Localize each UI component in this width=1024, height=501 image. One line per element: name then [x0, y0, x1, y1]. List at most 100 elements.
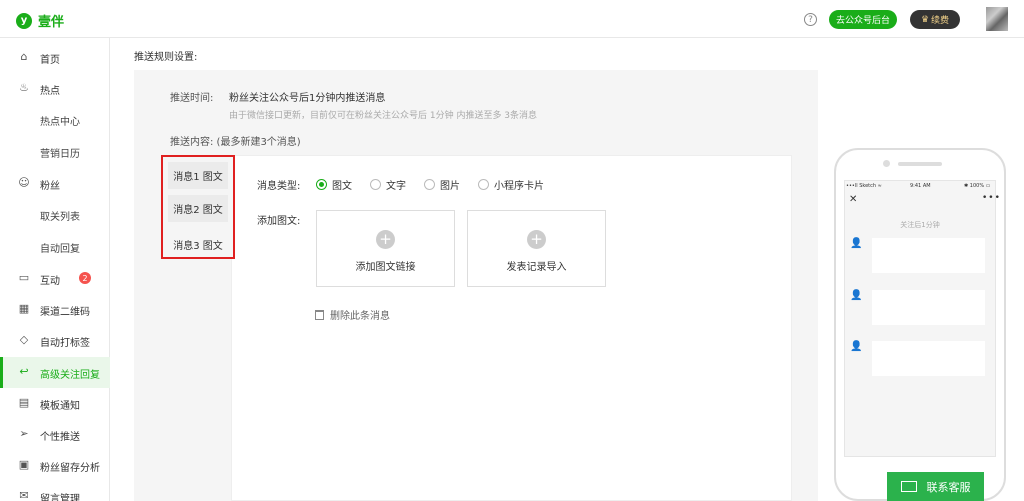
renew-label: 续费 [931, 16, 950, 26]
avatar[interactable] [986, 7, 1008, 31]
sidebar-item-label: 粉丝 [40, 181, 60, 192]
sidebar-item-2[interactable]: 热点中心 [0, 104, 110, 135]
phone-camera [883, 160, 890, 167]
crown-icon: ♛ [920, 14, 930, 25]
sidebar-item-label: 热点 [40, 86, 60, 97]
phone-speaker [898, 162, 942, 166]
message-tabs: 消息1 图文 消息2 图文 消息3 图文 [161, 155, 235, 259]
sidebar-item-10[interactable]: ↩ 高级关注回复 [0, 357, 110, 388]
sidebar-item-1[interactable]: ♨ 热点 [0, 73, 110, 104]
sidebar-item-label: 首页 [40, 55, 60, 66]
status-carrier: •••ll Sketch ≈ [846, 183, 882, 189]
chat-icon: ▭ [18, 271, 30, 284]
tag-icon: ◇ [19, 333, 29, 346]
sidebar-item-8[interactable]: ▦ 渠道二维码 [0, 294, 110, 325]
status-time: 9:41 AM [910, 183, 931, 189]
contact-service-button[interactable]: 联系客服 [887, 472, 984, 501]
radio-type-miniprogram[interactable]: 小程序卡片 [478, 177, 544, 192]
message-tab-1[interactable]: 消息1 图文 [168, 162, 228, 189]
trash-icon [315, 309, 324, 320]
add-content-label: 添加图文: [257, 216, 301, 227]
chart-icon: ▣ [18, 458, 30, 471]
sidebar-item-label: 渠道二维码 [40, 307, 90, 318]
message-tab-3[interactable]: 消息3 图文 [168, 231, 228, 258]
sidebar-item-3[interactable]: 营销日历 [0, 136, 110, 167]
radio-label: 小程序卡片 [494, 181, 544, 192]
logo-icon: y [16, 12, 32, 29]
message-editor-card [231, 155, 792, 501]
send-icon: ➢ [19, 427, 29, 440]
delete-message-button[interactable]: 删除此条消息 [315, 307, 390, 322]
status-battery: ✱ 100% ▭ [964, 183, 991, 189]
phone-caption: 关注后1分钟 [900, 221, 940, 229]
sidebar-item-label: 互动 [40, 276, 60, 287]
brand-name: 壹伴 [38, 15, 65, 30]
sidebar-item-label: 个性推送 [40, 432, 80, 443]
sidebar-item-14[interactable]: ✉ 留言管理 [0, 481, 110, 501]
more-icon: ••• [982, 193, 1001, 203]
avatar-icon: 👤 [850, 341, 863, 352]
add-article-link-label: 添加图文链接 [355, 262, 416, 273]
delete-message-label: 删除此条消息 [330, 311, 390, 322]
push-time-value: 粉丝关注公众号后1分钟内推送消息 [229, 93, 386, 104]
chat-bubble [872, 290, 985, 325]
push-time-note: 由于微信接口更新，目前仅可在粉丝关注公众号后 1分钟 内推送至多 3条消息 [229, 111, 538, 121]
plus-icon: + [527, 230, 546, 249]
home-icon: ⌂ [20, 50, 28, 63]
radio-type-image[interactable]: 图片 [424, 177, 460, 192]
qrcode-icon: ▦ [18, 302, 30, 315]
sidebar-item-label: 营销日历 [40, 149, 80, 160]
brand-logo[interactable]: y 壹伴 [16, 11, 64, 30]
sidebar-item-11[interactable]: ▤ 模板通知 [0, 388, 110, 419]
go-to-mp-backend-button[interactable]: 去公众号后台 [829, 10, 897, 29]
sidebar-item-6[interactable]: 自动回复 [0, 231, 110, 262]
chat-bubble [872, 238, 985, 273]
sidebar-item-9[interactable]: ◇ 自动打标签 [0, 325, 110, 356]
sidebar-item-13[interactable]: ▣ 粉丝留存分析 [0, 450, 110, 481]
sidebar-item-label: 模板通知 [40, 401, 80, 412]
sidebar-item-label: 热点中心 [40, 117, 80, 128]
plus-icon: + [376, 230, 395, 249]
sidebar-item-label: 自动打标签 [40, 338, 90, 349]
message-type-label: 消息类型: [257, 181, 301, 192]
import-from-posts-button[interactable]: + 发表记录导入 [467, 210, 606, 287]
sidebar-item-0[interactable]: ⌂ 首页 [0, 42, 110, 73]
close-icon: ✕ [849, 194, 858, 205]
sidebar-item-label: 取关列表 [40, 212, 80, 223]
chat-bubble [872, 341, 985, 376]
sidebar-item-label: 高级关注回复 [40, 370, 100, 381]
reply-icon: ↩ [19, 365, 29, 378]
sidebar-item-label: 自动回复 [40, 244, 80, 255]
template-icon: ▤ [18, 396, 30, 409]
radio-dot [316, 179, 327, 190]
sidebar-item-label: 留言管理 [40, 494, 80, 501]
radio-label: 图片 [440, 181, 460, 192]
push-time-label: 推送时间: [170, 93, 214, 104]
radio-label: 图文 [332, 181, 352, 192]
help-icon[interactable]: ? [804, 13, 817, 26]
radio-dot [478, 179, 489, 190]
message-tab-2[interactable]: 消息2 图文 [168, 195, 228, 222]
sidebar-item-12[interactable]: ➢ 个性推送 [0, 419, 110, 450]
radio-dot [424, 179, 435, 190]
sidebar-item-7[interactable]: ▭ 互动 2 [0, 263, 110, 294]
avatar-icon: 👤 [850, 238, 863, 249]
message-icon: ✉ [19, 489, 29, 501]
radio-dot [370, 179, 381, 190]
radio-type-text[interactable]: 文字 [370, 177, 406, 192]
fire-icon: ♨ [19, 81, 29, 94]
avatar-icon: 👤 [850, 290, 863, 301]
contact-service-label: 联系客服 [926, 480, 971, 494]
notification-badge: 2 [79, 272, 91, 284]
section-title: 推送规则设置: [134, 52, 198, 63]
sidebar-item-label: 粉丝留存分析 [40, 463, 100, 474]
top-bar: y 壹伴 ? 去公众号后台 ♛ 续费 [0, 0, 1024, 38]
add-article-link-button[interactable]: + 添加图文链接 [316, 210, 455, 287]
radio-label: 文字 [386, 181, 406, 192]
renew-button[interactable]: ♛ 续费 [910, 10, 960, 29]
sidebar-item-4[interactable]: ☺ 粉丝 [0, 168, 110, 199]
import-from-posts-label: 发表记录导入 [506, 262, 567, 273]
sidebar-item-5[interactable]: 取关列表 [0, 199, 110, 230]
radio-type-article[interactable]: 图文 [316, 177, 352, 192]
user-icon: ☺ [18, 176, 30, 189]
